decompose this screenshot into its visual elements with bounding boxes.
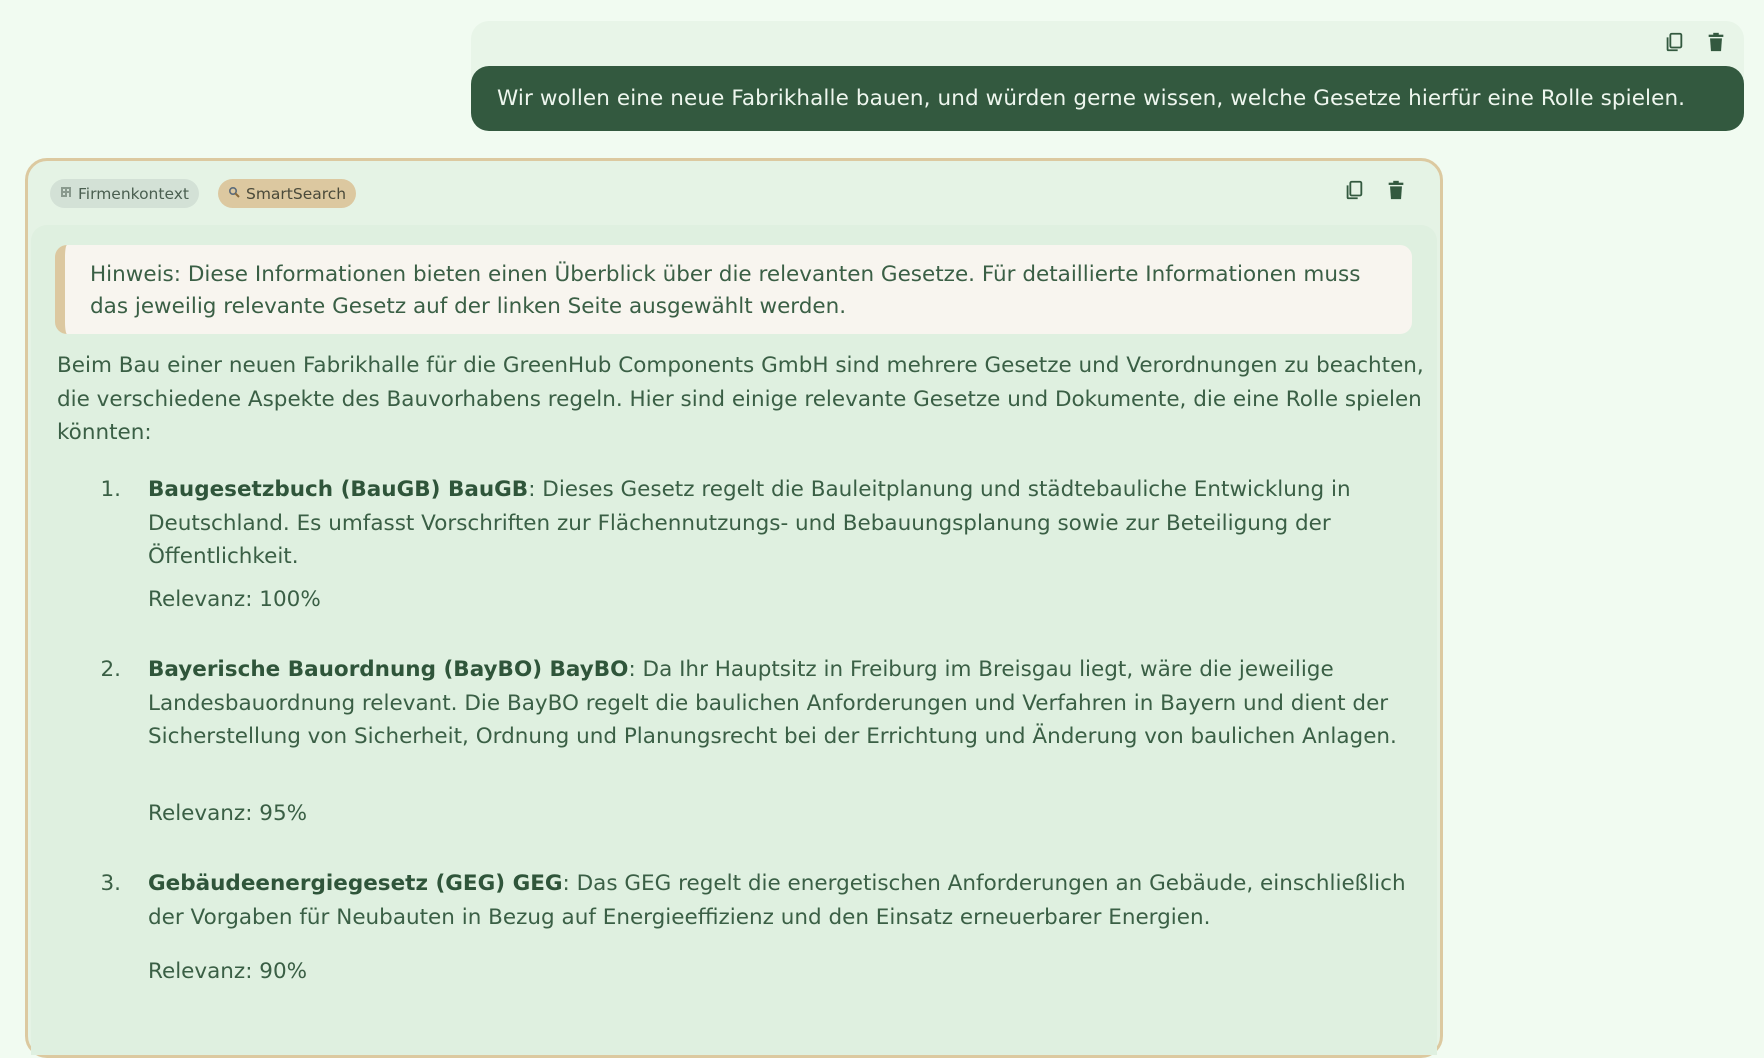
relevance-value: Relevanz: 90% xyxy=(148,959,308,984)
list-item-text: Baugesetzbuch (BauGB) BauGB: Dieses Gese… xyxy=(148,473,1448,574)
list-number: 3. xyxy=(100,871,121,896)
relevance-value: Relevanz: 100% xyxy=(148,587,321,612)
firmenkontext-tag[interactable]: Firmenkontext xyxy=(50,179,199,208)
hint-box: Hinweis: Diese Informationen bieten eine… xyxy=(55,245,1412,334)
firmenkontext-label: Firmenkontext xyxy=(78,184,189,203)
law-title: Bayerische Bauordnung (BayBO) BayBO xyxy=(148,657,629,682)
smartsearch-label: SmartSearch xyxy=(245,184,347,203)
list-number: 1. xyxy=(100,477,121,502)
assistant-message-actions xyxy=(1342,178,1408,202)
context-tags: Firmenkontext SmartSearch xyxy=(50,179,357,208)
user-message-actions xyxy=(1662,30,1728,54)
smartsearch-tag[interactable]: SmartSearch xyxy=(217,179,357,208)
copy-icon[interactable] xyxy=(1342,178,1366,202)
list-item-text: Bayerische Bauordnung (BayBO) BayBO: Da … xyxy=(148,653,1448,754)
trash-icon[interactable] xyxy=(1384,178,1408,202)
list-item-text: Gebäudeenergiegesetz (GEG) GEG: Das GEG … xyxy=(148,867,1448,934)
assistant-response-card: Firmenkontext SmartSearch Hinweis: Diese… xyxy=(25,158,1443,1058)
user-message-container: Wir wollen eine neue Fabrikhalle bauen, … xyxy=(471,21,1744,131)
magnifier-icon xyxy=(228,186,240,202)
intro-paragraph: Beim Bau einer neuen Fabrikhalle für die… xyxy=(57,353,1424,445)
building-icon xyxy=(60,186,72,202)
copy-icon[interactable] xyxy=(1662,30,1686,54)
relevance-value: Relevanz: 95% xyxy=(148,801,308,826)
law-title: Baugesetzbuch (BauGB) BauGB xyxy=(148,477,529,502)
list-number: 2. xyxy=(100,657,121,682)
law-title: Gebäudeenergiegesetz (GEG) GEG xyxy=(148,871,563,896)
trash-icon[interactable] xyxy=(1704,30,1728,54)
user-message-bubble: Wir wollen eine neue Fabrikhalle bauen, … xyxy=(471,66,1744,131)
assistant-message-body: Hinweis: Diese Informationen bieten eine… xyxy=(31,225,1437,1055)
